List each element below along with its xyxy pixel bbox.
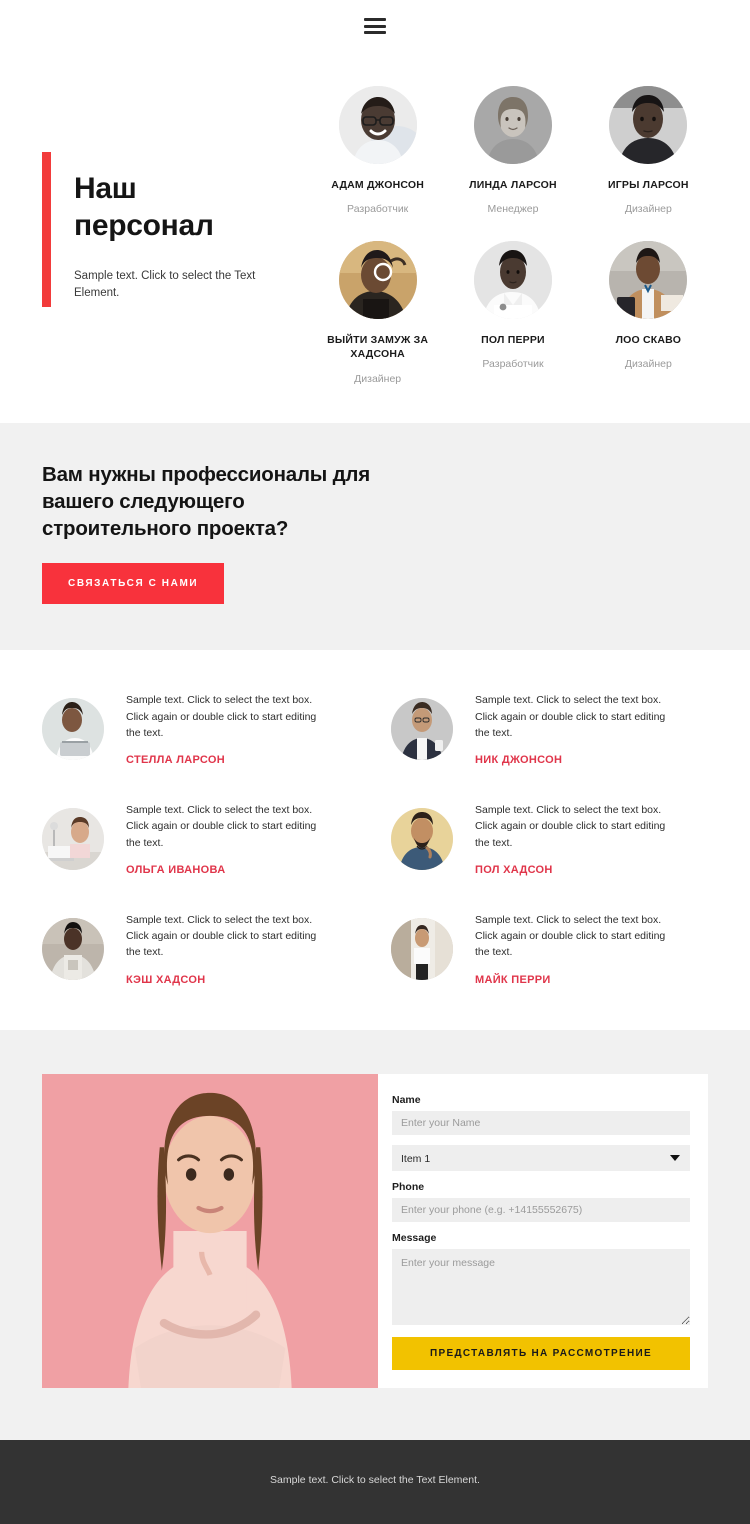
team-role: Разработчик: [347, 203, 409, 216]
person-card[interactable]: Sample text. Click to select the text bo…: [42, 800, 359, 876]
team-grid: АДАМ ДЖОНСОН Разработчик ЛИНДА ЛАРСОН Ме…: [300, 74, 750, 389]
person-name: НИК ДЖОНСОН: [475, 754, 563, 767]
person-name: КЭШ ХАДСОН: [126, 973, 206, 986]
person-body: Sample text. Click to select the text bo…: [104, 910, 331, 986]
team-card[interactable]: ИГРЫ ЛАРСОН Дизайнер: [581, 74, 716, 219]
burger-line-1: [364, 18, 386, 21]
phone-label: Phone: [392, 1180, 425, 1193]
person-name: ОЛЬГА ИВАНОВА: [126, 863, 226, 876]
hero-accent-bar: [42, 152, 51, 307]
avatar: [609, 241, 688, 320]
name-label: Name: [392, 1093, 421, 1106]
avatar: [391, 917, 453, 980]
team-role: Разработчик: [482, 358, 544, 371]
team-role: Дизайнер: [354, 372, 402, 385]
name-input[interactable]: [392, 1110, 690, 1135]
person-card[interactable]: Sample text. Click to select the text bo…: [391, 690, 708, 766]
avatar: [391, 698, 453, 761]
hero-left: Наш персонал Sample text. Click to selec…: [0, 74, 300, 307]
item-select[interactable]: Item 1: [392, 1144, 690, 1171]
hamburger-menu-icon[interactable]: [364, 18, 386, 34]
team-name: ВЫЙТИ ЗАМУЖ ЗА ХАДСОНА: [327, 334, 429, 361]
site-header: [0, 0, 750, 52]
person-name: СТЕЛЛА ЛАРСОН: [126, 754, 225, 767]
submit-button[interactable]: ПРЕДСТАВЛЯТЬ НА РАССМОТРЕНИЕ: [392, 1336, 690, 1370]
avatar: [42, 808, 104, 871]
hero-text: Наш персонал Sample text. Click to selec…: [74, 152, 300, 307]
contact-section: Name Item 1 Phone Message ПРЕДСТАВЛЯТЬ Н…: [0, 1029, 750, 1440]
person-text: Sample text. Click to select the text bo…: [126, 913, 317, 959]
person-card[interactable]: Sample text. Click to select the text bo…: [42, 690, 359, 766]
people-section: Sample text. Click to select the text bo…: [0, 650, 750, 1030]
avatar: [42, 698, 104, 761]
avatar: [609, 86, 688, 164]
avatar: [338, 241, 417, 320]
person-card[interactable]: Sample text. Click to select the text bo…: [42, 910, 359, 986]
cta-title: Вам нужны профессионалы для вашего следу…: [42, 462, 370, 541]
page-title: Наш персонал: [74, 172, 214, 243]
person-text: Sample text. Click to select the text bo…: [126, 694, 317, 739]
team-name: ЛИНДА ЛАРСОН: [469, 179, 557, 191]
team-role: Менеджер: [487, 203, 539, 216]
phone-input[interactable]: [392, 1197, 690, 1222]
person-name: МАЙК ПЕРРИ: [475, 973, 551, 986]
person-text: Sample text. Click to select the text bo…: [475, 694, 666, 739]
avatar: [473, 241, 552, 320]
contact-photo: [42, 1073, 378, 1388]
person-card[interactable]: Sample text. Click to select the text bo…: [391, 800, 708, 876]
footer-text: Sample text. Click to select the Text El…: [270, 1473, 480, 1486]
team-card[interactable]: АДАМ ДЖОНСОН Разработчик: [310, 74, 445, 219]
team-name: ЛОО СКАВО: [615, 334, 682, 347]
person-text: Sample text. Click to select the text bo…: [475, 913, 666, 959]
person-body: Sample text. Click to select the text bo…: [453, 800, 680, 876]
team-card[interactable]: ЛОО СКАВО Дизайнер: [581, 229, 716, 388]
item-select-wrapper: Item 1: [392, 1144, 690, 1171]
person-name: ПОЛ ХАДСОН: [475, 863, 553, 876]
message-label: Message: [392, 1231, 437, 1244]
contact-form: Name Item 1 Phone Message ПРЕДСТАВЛЯТЬ Н…: [378, 1073, 708, 1388]
team-name: ПОЛ ПЕРРИ: [481, 334, 545, 347]
contact-us-button[interactable]: СВЯЗАТЬСЯ С НАМИ: [42, 563, 225, 605]
team-name: АДАМ ДЖОНСОН: [331, 179, 425, 191]
avatar: [338, 86, 417, 164]
team-role: Дизайнер: [624, 203, 672, 216]
person-text: Sample text. Click to select the text bo…: [475, 804, 666, 849]
message-textarea[interactable]: [392, 1248, 690, 1325]
person-body: Sample text. Click to select the text bo…: [104, 690, 331, 766]
person-body: Sample text. Click to select the text bo…: [104, 800, 331, 876]
team-card[interactable]: ЛИНДА ЛАРСОН Менеджер: [445, 74, 580, 219]
cta-section: Вам нужны профессионалы для вашего следу…: [0, 422, 750, 651]
team-card[interactable]: ПОЛ ПЕРРИ Разработчик: [445, 229, 580, 388]
site-footer: Sample text. Click to select the Text El…: [0, 1439, 750, 1524]
contact-panel: Name Item 1 Phone Message ПРЕДСТАВЛЯТЬ Н…: [42, 1073, 708, 1388]
person-text: Sample text. Click to select the text bo…: [126, 804, 317, 849]
person-body: Sample text. Click to select the text bo…: [453, 690, 680, 766]
hero-subtitle: Sample text. Click to select the Text El…: [74, 270, 256, 300]
person-body: Sample text. Click to select the text bo…: [453, 910, 680, 986]
team-name: ИГРЫ ЛАРСОН: [607, 179, 689, 191]
person-card[interactable]: Sample text. Click to select the text bo…: [391, 910, 708, 986]
hero-team-section: Наш персонал Sample text. Click to selec…: [0, 52, 750, 423]
avatar: [473, 86, 552, 164]
team-card[interactable]: ВЫЙТИ ЗАМУЖ ЗА ХАДСОНА Дизайнер: [310, 229, 445, 388]
avatar: [391, 808, 453, 871]
burger-line-2: [364, 24, 386, 28]
avatar: [42, 917, 104, 980]
burger-line-3: [364, 31, 386, 34]
team-role: Дизайнер: [624, 358, 672, 371]
